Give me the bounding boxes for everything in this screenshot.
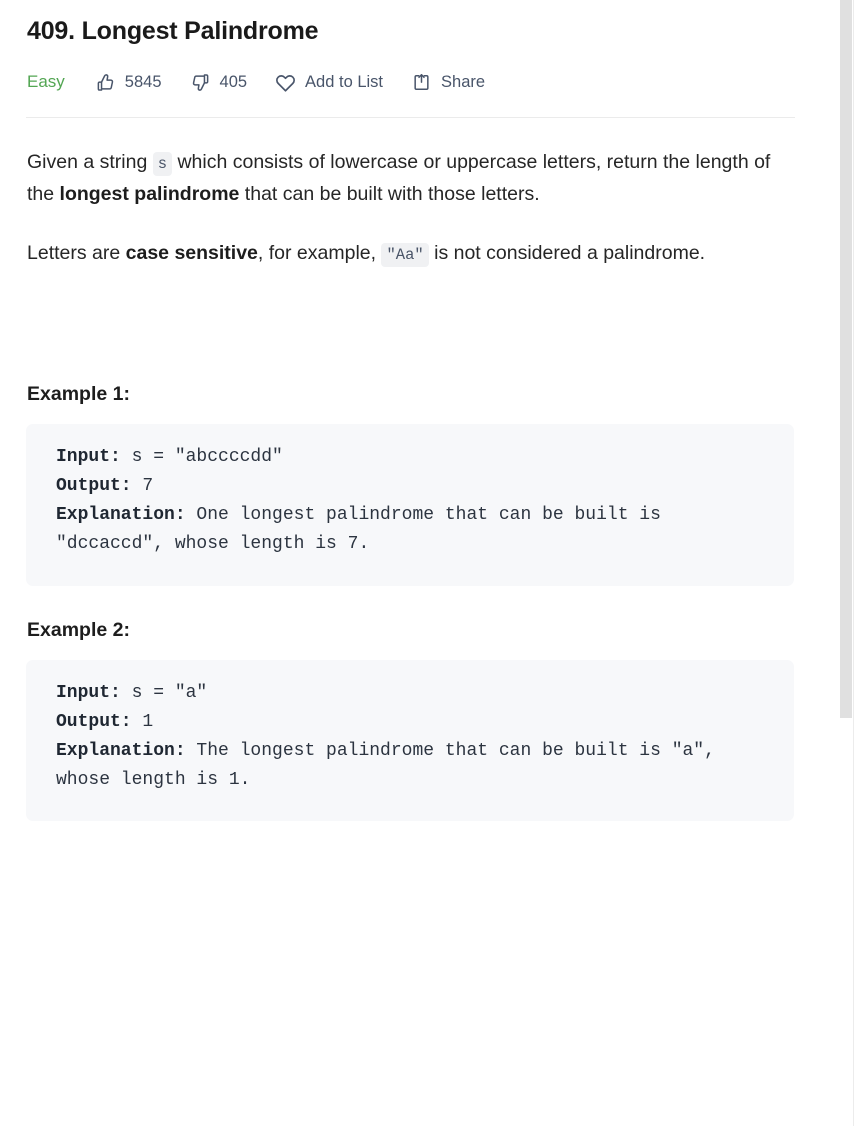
thumbs-down-icon [190, 72, 211, 93]
difficulty-badge: Easy [27, 72, 65, 92]
problem-description-panel: 409. Longest Palindrome Easy 5845 405 Ad… [0, 0, 856, 1126]
desc-text-1a: Given a string [27, 151, 153, 174]
vertical-scrollbar-thumb[interactable] [840, 0, 852, 718]
desc-text-2a: Letters are [27, 242, 126, 265]
inline-code-aa: "Aa" [381, 243, 429, 268]
example-1-input-label: Input: [56, 446, 121, 467]
share-label: Share [441, 73, 486, 91]
heart-icon [275, 72, 296, 93]
desc-bold-longest-palindrome: longest palindrome [59, 182, 240, 205]
example-2-input-label: Input: [56, 682, 121, 703]
header-divider [26, 117, 795, 119]
add-to-list-button[interactable]: Add to List [275, 72, 383, 93]
example-1-explanation-label: Explanation: [56, 505, 186, 526]
example-1-output-label: Output: [56, 476, 132, 497]
vertical-scrollbar-track[interactable] [839, 0, 853, 1126]
example-1-code-block: Input: s = "abccccdd" Output: 7 Explanat… [26, 423, 794, 586]
example-1-input-value: s = "abccccdd" [120, 446, 283, 467]
dislikes-count: 405 [219, 73, 248, 91]
dislikes-button[interactable]: 405 [190, 72, 248, 93]
description-paragraph-1: Given a string s which consists of lower… [26, 147, 793, 210]
desc-text-2c: is not considered a palindrome. [428, 242, 706, 265]
share-icon [411, 72, 432, 93]
likes-count: 5845 [124, 73, 162, 91]
example-2-explanation-label: Explanation: [56, 740, 186, 761]
problem-meta-row: Easy 5845 405 Add to List Share [26, 70, 794, 94]
inline-code-s: s [152, 152, 173, 177]
share-button[interactable]: Share [411, 72, 485, 93]
page-title: 409. Longest Palindrome [27, 17, 319, 45]
example-2-output-value: 1 [131, 711, 154, 732]
desc-bold-case-sensitive: case sensitive [125, 242, 258, 265]
example-2-code-block: Input: s = "a" Output: 1 Explanation: Th… [26, 659, 794, 822]
add-to-list-label: Add to List [305, 73, 384, 91]
example-2-output-label: Output: [56, 711, 132, 732]
thumbs-up-icon [95, 72, 116, 93]
example-2-input-value: s = "a" [120, 682, 208, 703]
example-1-output-value: 7 [131, 476, 154, 497]
example-2-heading: Example 2: [27, 618, 130, 641]
problem-content: 409. Longest Palindrome Easy 5845 405 Ad… [26, 0, 795, 822]
panel-right-edge [853, 0, 854, 1126]
desc-text-1c: that can be built with those letters. [239, 182, 540, 205]
example-1-heading: Example 1: [27, 382, 130, 405]
desc-text-2b: , for example, [257, 242, 382, 265]
likes-button[interactable]: 5845 [95, 72, 162, 93]
description-paragraph-2: Letters are case sensitive, for example,… [26, 238, 793, 270]
